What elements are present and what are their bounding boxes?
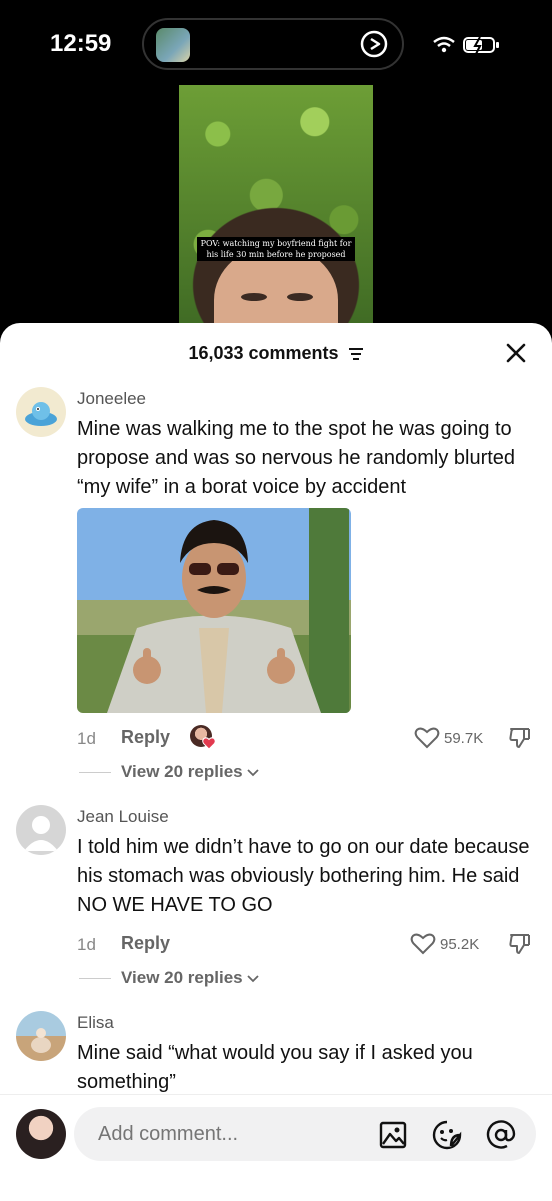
- avatar-image: [25, 402, 57, 426]
- video-eye-left: [241, 293, 267, 301]
- avatar-image: [31, 1028, 51, 1053]
- creator-liked-badge: [190, 725, 216, 751]
- dislike-icon[interactable]: [508, 726, 532, 750]
- comment-age: 1d: [77, 729, 96, 748]
- chevron-down-icon: [247, 975, 259, 983]
- reply-button[interactable]: Reply: [121, 933, 170, 954]
- heart-icon: [202, 737, 216, 750]
- view-replies-label: View 20 replies: [121, 762, 243, 781]
- comments-header: 16,033 comments: [0, 323, 552, 381]
- replies-divider: [79, 978, 111, 979]
- image-icon[interactable]: [377, 1119, 409, 1151]
- comments-sheet: 16,033 comments Joneelee Mine was walkin…: [0, 323, 552, 1200]
- battery-icon: [463, 36, 499, 55]
- comment-username[interactable]: Joneelee: [77, 389, 146, 409]
- comment-age: 1d: [77, 935, 96, 954]
- comment-text: Mine was walking me to the spot he was g…: [77, 418, 516, 498]
- comment-username[interactable]: Elisa: [77, 1013, 114, 1033]
- replies-divider: [79, 772, 111, 773]
- comment-composer: [0, 1094, 552, 1201]
- view-replies-button[interactable]: View 20 replies: [121, 968, 259, 988]
- view-replies-label: View 20 replies: [121, 968, 243, 987]
- dislike-icon[interactable]: [508, 932, 532, 956]
- heart-icon[interactable]: [410, 932, 436, 956]
- comment-input[interactable]: [74, 1107, 536, 1161]
- view-replies-button[interactable]: View 20 replies: [121, 762, 259, 782]
- like-count: 95.2K: [440, 936, 480, 953]
- avatar[interactable]: [16, 1011, 66, 1061]
- avatar[interactable]: [16, 805, 66, 855]
- status-bar: 12:59: [0, 0, 552, 90]
- video-preview[interactable]: POV: watching my boyfriend fight for his…: [179, 85, 373, 330]
- default-avatar-icon: [24, 816, 58, 851]
- comment-text: I told him we didn’t have to go on our d…: [77, 836, 530, 916]
- mention-icon[interactable]: [485, 1119, 517, 1151]
- chevron-down-icon: [247, 769, 259, 777]
- current-user-avatar[interactable]: [16, 1109, 66, 1159]
- wifi-icon: [433, 36, 455, 53]
- dynamic-island[interactable]: [142, 18, 404, 70]
- status-time: 12:59: [50, 30, 112, 57]
- avatar[interactable]: [16, 387, 66, 437]
- filter-icon[interactable]: [348, 347, 364, 361]
- video-caption: POV: watching my boyfriend fight for his…: [197, 237, 355, 261]
- status-icons: [433, 36, 499, 55]
- live-activity-thumbnail: [156, 28, 190, 62]
- like-count: 59.7K: [444, 730, 484, 747]
- comment-username[interactable]: Jean Louise: [77, 807, 169, 827]
- video-eye-right: [287, 293, 313, 301]
- comments-count-row[interactable]: 16,033 comments: [0, 343, 552, 364]
- emoji-icon[interactable]: [431, 1119, 463, 1151]
- comments-count: 16,033 comments: [188, 343, 339, 363]
- comment-image-drawing: [107, 508, 349, 713]
- play-icon: [360, 30, 388, 58]
- reply-button[interactable]: Reply: [121, 727, 170, 748]
- comment-text: Mine said “what would you say if I asked…: [77, 1042, 473, 1093]
- close-icon[interactable]: [504, 341, 528, 365]
- heart-icon[interactable]: [414, 726, 440, 750]
- comment-attached-image[interactable]: [77, 508, 351, 713]
